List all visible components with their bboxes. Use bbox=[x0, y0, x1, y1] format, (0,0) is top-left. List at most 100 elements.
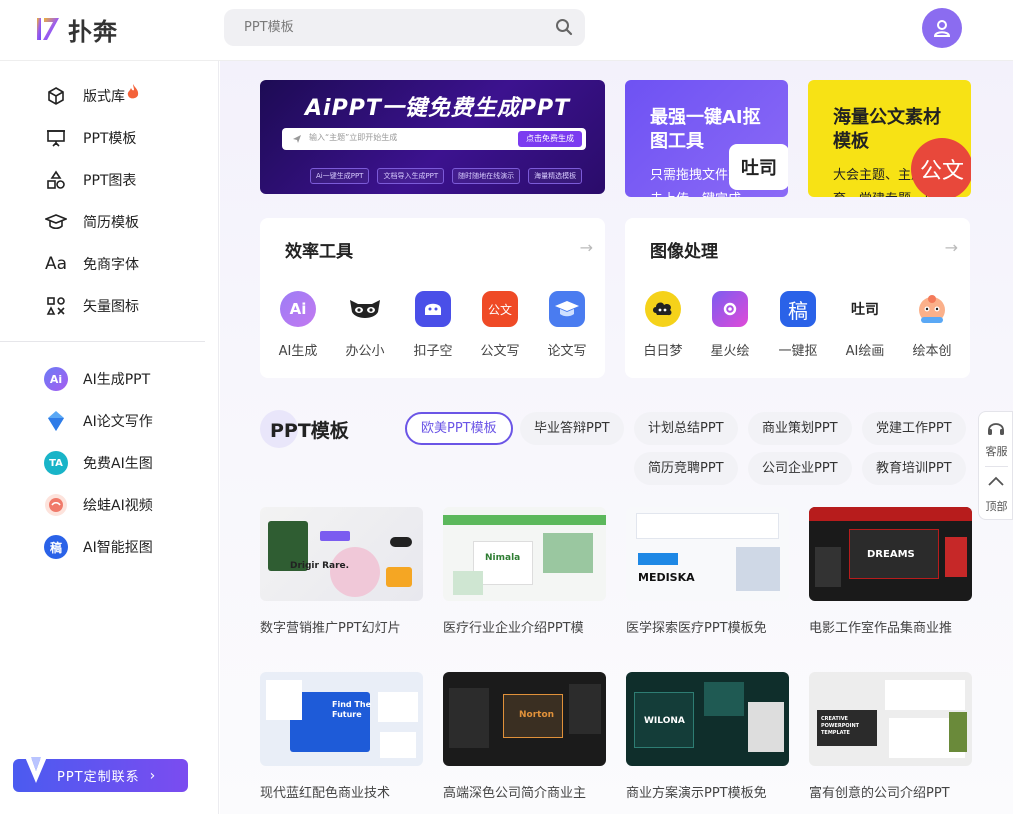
category-western-ppt[interactable]: 欧美PPT模板 bbox=[405, 412, 513, 445]
gongwen-icon: 公文 bbox=[482, 291, 518, 327]
banner-generate-button[interactable]: 点击免费生成 bbox=[518, 131, 582, 147]
template-thumbnail: Drigir Rare. bbox=[260, 507, 423, 601]
sidebar-item-layouts[interactable]: 版式库 bbox=[44, 84, 140, 108]
tool-spark-draw[interactable]: 星火绘 bbox=[700, 291, 760, 359]
frog-icon bbox=[45, 494, 67, 516]
cube-icon bbox=[44, 84, 68, 108]
template-card[interactable]: DREAMS 电影工作室作品集商业推 bbox=[809, 507, 972, 636]
tool-label: 公文写 bbox=[480, 344, 520, 359]
thumb-text: CREATIVE POWERPOINT TEMPLATE bbox=[821, 716, 860, 736]
thumb-text: Find The Future bbox=[332, 700, 371, 719]
ai-matting-banner[interactable]: 最强一键AI抠图工具 只需拖拽文件或点击上传一键完成 吐司 bbox=[625, 80, 788, 197]
logo-text: 扑奔 bbox=[68, 17, 118, 46]
category-education[interactable]: 教育培训PPT bbox=[862, 452, 966, 485]
template-card[interactable]: Drigir Rare. 数字营销推广PPT幻灯片 bbox=[260, 507, 423, 636]
sidebar-item-ai-paper[interactable]: AI论文写作 bbox=[44, 409, 153, 433]
tool-paper-writing[interactable]: 论文写 bbox=[537, 291, 597, 359]
template-card[interactable]: Norton 高端深色公司简介商业主 bbox=[443, 672, 606, 801]
v-badge-icon bbox=[25, 757, 47, 783]
chevron-right-icon: › bbox=[149, 767, 157, 784]
graduation-cap-icon bbox=[44, 210, 68, 234]
banner-chip: Ai一键生成PPT bbox=[310, 168, 370, 184]
daydream-icon bbox=[645, 291, 681, 327]
category-business-plan[interactable]: 商业策划PPT bbox=[748, 412, 852, 445]
presentation-icon bbox=[44, 126, 68, 150]
sidebar-item-label: 版式库 bbox=[83, 89, 125, 105]
tool-label: 绘本创 bbox=[912, 344, 952, 359]
sidebar-item-label: 矢量图标 bbox=[83, 299, 139, 315]
template-name: 电影工作室作品集商业推 bbox=[809, 621, 953, 636]
thumb-text: WILONA bbox=[644, 716, 685, 726]
arrow-right-icon[interactable]: → bbox=[945, 238, 958, 257]
template-name: 医疗行业企业介绍PPT模 bbox=[443, 621, 584, 636]
tool-one-click-matting[interactable]: 稿 一键抠 bbox=[768, 291, 828, 359]
search-icon[interactable] bbox=[555, 18, 573, 36]
thumb-text: Nimala bbox=[485, 553, 521, 563]
template-thumbnail: CREATIVE POWERPOINT TEMPLATE bbox=[809, 672, 972, 766]
tool-official-writing[interactable]: 公文 公文写 bbox=[470, 291, 530, 359]
spark-draw-icon bbox=[712, 291, 748, 327]
template-card[interactable]: CREATIVE POWERPOINT TEMPLATE 富有创意的公司介绍PP… bbox=[809, 672, 972, 801]
search-input[interactable] bbox=[224, 9, 544, 46]
thumb-text: Drigir Rare. bbox=[290, 561, 350, 571]
mascot-icon bbox=[914, 291, 950, 327]
arrow-right-icon[interactable]: → bbox=[580, 238, 593, 257]
aippt-banner[interactable]: AiPPT一键免费生成PPT 输入“主题”立即开始生成 点击免费生成 Ai一键生… bbox=[260, 80, 605, 194]
template-thumbnail: WILONA bbox=[626, 672, 789, 766]
tool-daydream[interactable]: 白日梦 bbox=[633, 291, 693, 359]
sidebar-item-label: 免商字体 bbox=[83, 257, 139, 273]
sidebar-item-ppt-templates[interactable]: PPT模板 bbox=[44, 126, 136, 150]
user-avatar[interactable] bbox=[922, 8, 962, 48]
back-to-top-button[interactable]: 顶部 bbox=[979, 468, 1013, 520]
banner-chips: Ai一键生成PPT 文档导入生成PPT 随时随地在线演示 海量精选模板 bbox=[310, 168, 583, 184]
sidebar-item-ai-video[interactable]: 绘蛙AI视频 bbox=[44, 493, 153, 517]
ai-ppt-icon: Ai bbox=[44, 367, 68, 391]
banner-title: AiPPT一键免费生成PPT bbox=[305, 96, 571, 121]
ai-generate-icon: Ai bbox=[280, 291, 316, 327]
float-divider bbox=[985, 466, 1008, 467]
category-graduation[interactable]: 毕业答辩PPT bbox=[520, 412, 624, 445]
ta-icon: TA bbox=[44, 451, 68, 475]
template-thumbnail: Find The Future bbox=[260, 672, 423, 766]
tool-label: 论文写 bbox=[547, 344, 587, 359]
sidebar-item-fonts[interactable]: Aa 免商字体 bbox=[44, 252, 139, 276]
logo-mark-icon bbox=[37, 18, 59, 40]
customer-service-button[interactable]: 客服 bbox=[979, 412, 1013, 466]
template-card[interactable]: MEDISKA 医学探索医疗PPT模板免 bbox=[626, 507, 789, 636]
sidebar-item-label: AI生成PPT bbox=[83, 372, 151, 388]
sidebar-item-ai-image[interactable]: TA 免费AI生图 bbox=[44, 451, 153, 475]
template-name: 数字营销推广PPT幻灯片 bbox=[260, 621, 401, 636]
image-processing-panel: 图像处理 → 白日梦 星火绘 稿 一键抠 吐司 AI绘画 绘本创 bbox=[625, 218, 970, 378]
back-to-top-label: 顶部 bbox=[985, 500, 1008, 513]
tool-picture-book[interactable]: 绘本创 bbox=[902, 291, 962, 359]
official-docs-banner[interactable]: 海量公文素材模板 大会主题、主题教育、党建专题、周 公文 bbox=[808, 80, 971, 197]
tool-ai-painting[interactable]: 吐司 AI绘画 bbox=[835, 291, 895, 359]
template-card[interactable]: Nimala 医疗行业企业介绍PPT模 bbox=[443, 507, 606, 636]
template-name: 高端深色公司简介商业主 bbox=[443, 786, 587, 801]
tool-office-assistant[interactable]: 办公小 bbox=[335, 291, 395, 359]
sidebar-item-ai-matting[interactable]: 稿 AI智能抠图 bbox=[44, 535, 153, 559]
raccoon-icon bbox=[347, 291, 383, 327]
sidebar-item-resume[interactable]: 简历模板 bbox=[44, 210, 139, 234]
custom-ppt-contact-button[interactable]: PPT定制联系 › bbox=[13, 757, 188, 792]
sidebar-item-label: 绘蛙AI视频 bbox=[83, 498, 153, 514]
sidebar-item-ai-ppt[interactable]: Ai AI生成PPT bbox=[44, 367, 150, 391]
category-company[interactable]: 公司企业PPT bbox=[748, 452, 852, 485]
template-card[interactable]: Find The Future 现代蓝红配色商业技术 bbox=[260, 672, 423, 801]
banner-input-placeholder: 输入“主题”立即开始生成 bbox=[309, 133, 398, 142]
grid-icon bbox=[44, 294, 68, 318]
tool-ai-generate[interactable]: Ai AI生成 bbox=[268, 291, 328, 359]
tool-label: 白日梦 bbox=[643, 344, 683, 359]
banner-input[interactable]: 输入“主题”立即开始生成 点击免费生成 bbox=[282, 128, 586, 150]
site-logo[interactable]: 扑奔 bbox=[34, 14, 118, 46]
tool-coze-space[interactable]: 扣子空 bbox=[403, 291, 463, 359]
sidebar-item-icons[interactable]: 矢量图标 bbox=[44, 294, 139, 318]
category-plan-summary[interactable]: 计划总结PPT bbox=[634, 412, 738, 445]
header: 扑奔 bbox=[0, 0, 1013, 61]
category-party-work[interactable]: 党建工作PPT bbox=[862, 412, 966, 445]
category-resume[interactable]: 简历竞聘PPT bbox=[634, 452, 738, 485]
sidebar-item-ppt-charts[interactable]: PPT图表 bbox=[44, 168, 136, 192]
gongwen-badge: 公文 bbox=[911, 138, 971, 197]
template-card[interactable]: WILONA 商业方案演示PPT模板免 bbox=[626, 672, 789, 801]
template-thumbnail: MEDISKA bbox=[626, 507, 789, 601]
